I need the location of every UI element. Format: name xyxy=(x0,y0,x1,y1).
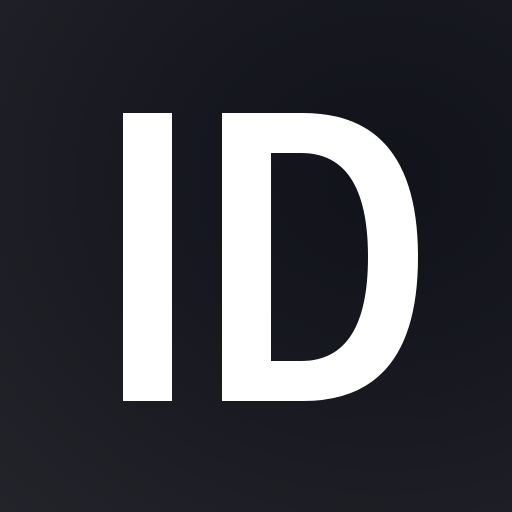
letter-d-glyph xyxy=(222,113,418,401)
app-icon-tile xyxy=(0,0,512,512)
id-logo-icon xyxy=(123,113,418,401)
letter-i-glyph xyxy=(123,113,172,401)
